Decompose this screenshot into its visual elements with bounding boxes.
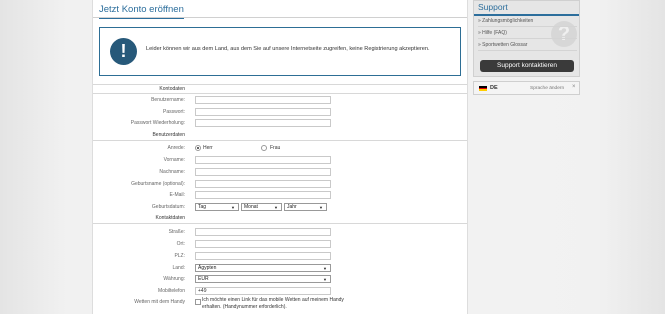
birth-month-select[interactable]: Monat ▼ [241, 203, 282, 211]
chevron-down-icon: ▼ [274, 205, 278, 210]
country-select[interactable]: Ägypten ▼ [195, 264, 331, 272]
street-input[interactable] [195, 228, 331, 236]
currency-value: EUR [198, 276, 209, 282]
alert-message: Leider können wir aus dem Land, aus dem … [146, 46, 430, 52]
city-input[interactable] [195, 240, 331, 248]
birth-year-select[interactable]: Jahr ▼ [284, 203, 327, 211]
chevron-down-icon: ▼ [231, 205, 235, 210]
chevron-right-icon: » [478, 30, 481, 36]
label-vorname: Vorname: [163, 157, 185, 163]
radio-frau[interactable] [261, 145, 267, 151]
birthname-input[interactable] [195, 180, 331, 188]
section-kontaktdaten: Kontaktdaten [155, 215, 185, 221]
close-icon[interactable]: × [572, 84, 576, 90]
section-kontodaten: Kontodaten [159, 86, 185, 92]
section-benutzerdaten: Benutzerdaten [152, 132, 185, 138]
language-selector: DE Sprache ändern × [473, 81, 580, 95]
password-input[interactable] [195, 108, 331, 116]
support-contact-button[interactable]: Support kontaktieren [480, 60, 574, 72]
chevron-down-icon: ▼ [323, 277, 327, 282]
section-divider [93, 84, 467, 85]
support-link-label: Sportwetten Glossar [482, 42, 528, 48]
label-passwort: Passwort: [163, 109, 185, 115]
language-code: DE [490, 85, 498, 91]
label-email: E-Mail: [169, 192, 185, 198]
section-divider [93, 93, 467, 94]
label-strasse: Straße: [168, 229, 185, 235]
label-benutzername: Benutzername: [151, 97, 185, 103]
chevron-right-icon: » [478, 42, 481, 48]
label-geburtsname: Geburtsname (optional): [131, 181, 185, 187]
section-divider [93, 140, 467, 141]
radio-herr[interactable] [195, 145, 201, 151]
birth-year-value: Jahr [287, 204, 297, 210]
label-waehrung: Währung: [163, 276, 185, 282]
country-value: Ägypten [198, 265, 217, 271]
label-ort: Ort: [176, 241, 185, 247]
support-link-zahlung[interactable]: » Zahlungsmöglichkeiten [478, 18, 577, 27]
label-plz: PLZ: [174, 253, 185, 259]
title-divider [93, 17, 467, 18]
radio-herr-label: Herr [203, 145, 213, 151]
registration-panel: Jetzt Konto eröffnen ! Leider können wir… [92, 0, 468, 314]
support-title: Support [478, 2, 508, 12]
mobile-betting-text: Ich möchte einen Link für das mobile Wet… [202, 297, 344, 310]
support-divider [474, 14, 579, 16]
lastname-input[interactable] [195, 168, 331, 176]
birth-day-select[interactable]: Tag ▼ [195, 203, 239, 211]
zip-input[interactable] [195, 252, 331, 260]
birth-day-value: Tag [198, 204, 207, 210]
change-language-link[interactable]: Sprache ändern [530, 86, 564, 91]
chevron-down-icon: ▼ [323, 266, 327, 271]
support-link-faq[interactable]: » Hilfe (FAQ) [478, 30, 577, 39]
label-mobiltelefon: Mobiltelefon [158, 288, 185, 294]
label-passwort-wdh: Passwort Wiederholung: [130, 120, 185, 126]
label-nachname: Nachname: [159, 169, 185, 175]
chevron-right-icon: » [478, 18, 481, 24]
email-input[interactable] [195, 191, 331, 199]
chevron-down-icon: ▼ [319, 205, 323, 210]
support-panel: Support ? » Zahlungsmöglichkeiten » Hilf… [473, 0, 580, 77]
support-link-glossar[interactable]: » Sportwetten Glossar [478, 42, 577, 51]
alert-box: ! Leider können wir aus dem Land, aus de… [99, 27, 461, 76]
currency-select[interactable]: EUR ▼ [195, 275, 331, 283]
label-geburtsdatum: Geburtsdatum: [151, 204, 185, 210]
section-divider [93, 223, 467, 224]
label-anrede: Anrede: [167, 145, 185, 151]
support-link-label: Zahlungsmöglichkeiten [482, 18, 534, 24]
password-repeat-input[interactable] [195, 119, 331, 127]
support-link-label: Hilfe (FAQ) [482, 30, 507, 36]
firstname-input[interactable] [195, 156, 331, 164]
exclamation-icon: ! [110, 38, 137, 65]
radio-frau-label: Frau [270, 145, 281, 151]
mobile-input[interactable]: +49 [195, 287, 331, 295]
mobile-betting-checkbox[interactable] [195, 299, 201, 305]
birth-month-value: Monat [244, 204, 258, 210]
username-input[interactable] [195, 96, 331, 104]
label-wetten-handy: Wetten mit dem Handy [134, 299, 185, 305]
label-land: Land: [172, 265, 185, 271]
german-flag-icon [479, 86, 487, 91]
